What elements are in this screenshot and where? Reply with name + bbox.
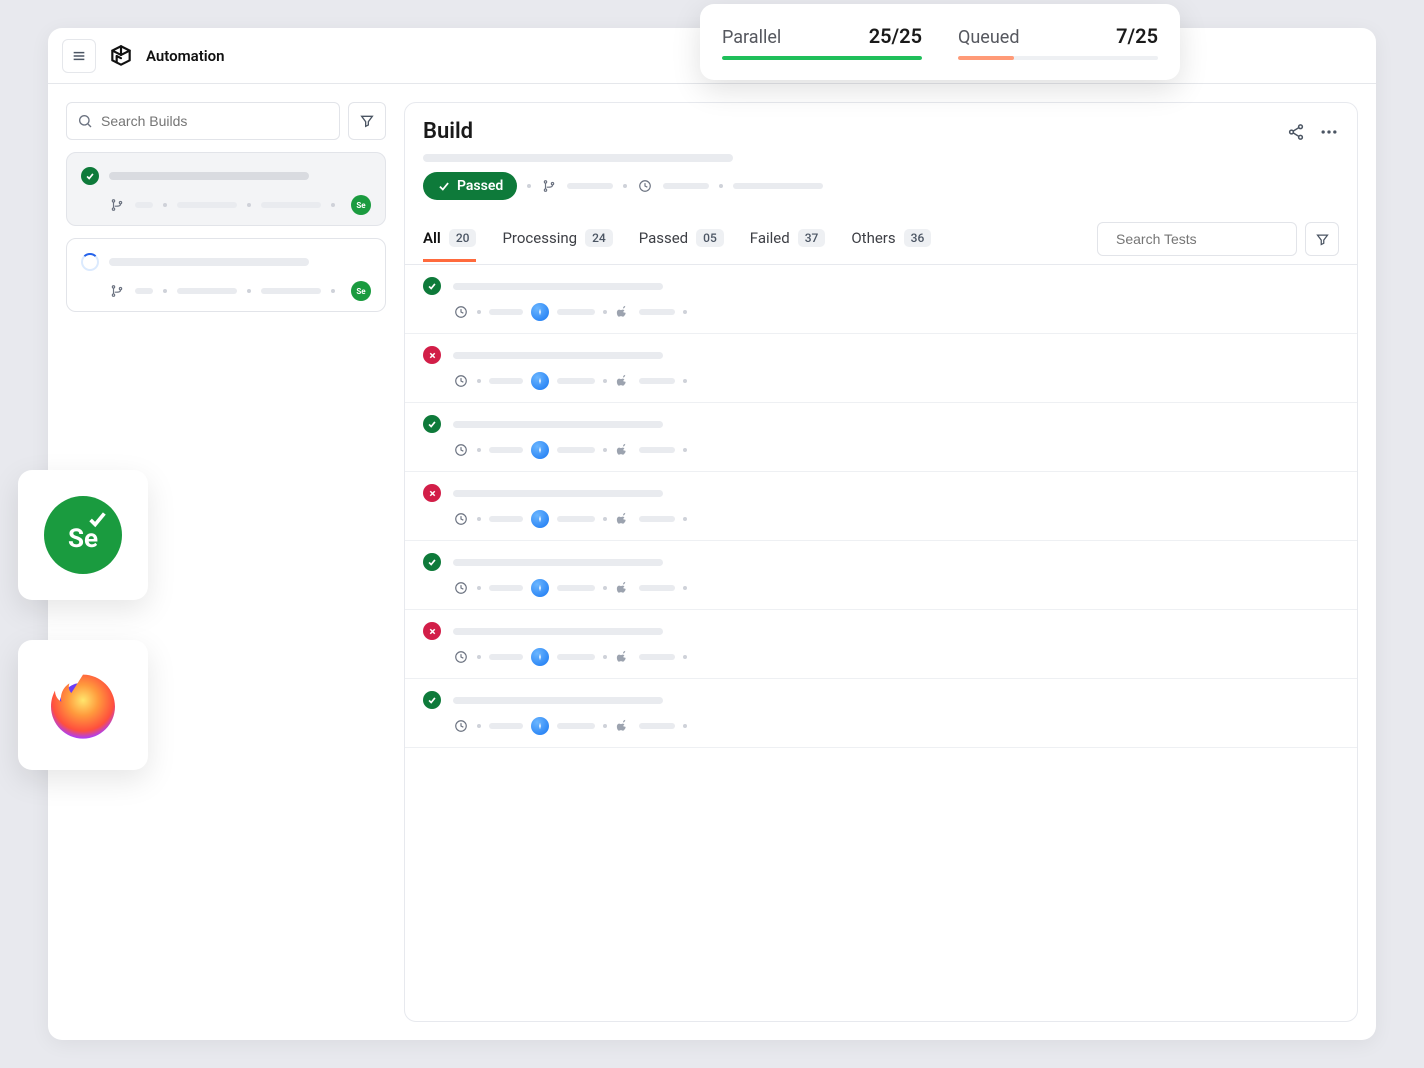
apple-icon — [615, 442, 631, 458]
stat-queued: Queued 7/25 — [958, 24, 1158, 60]
tab-count: 05 — [696, 229, 724, 247]
build-card[interactable]: Se — [66, 238, 386, 312]
brand-logo-icon — [108, 43, 134, 69]
apple-icon — [615, 649, 631, 665]
branch-icon — [109, 283, 125, 299]
tab-count: 37 — [798, 229, 826, 247]
stat-value: 7/25 — [1116, 24, 1158, 48]
app-window: Automation — [48, 28, 1376, 1040]
share-button[interactable] — [1287, 123, 1305, 141]
search-tests-input[interactable] — [1116, 231, 1297, 247]
safari-icon — [531, 510, 549, 528]
selenium-icon: Se — [44, 496, 122, 574]
tab-label: All — [423, 229, 441, 247]
body: Se Se — [48, 84, 1376, 1040]
apple-icon — [615, 304, 631, 320]
tab-passed[interactable]: Passed 05 — [639, 217, 724, 262]
test-row[interactable] — [405, 679, 1357, 748]
safari-icon — [531, 717, 549, 735]
test-row[interactable] — [405, 334, 1357, 403]
more-button[interactable] — [1319, 122, 1339, 142]
search-icon — [77, 113, 93, 129]
tabs-row: All 20 Processing 24 Passed 05 Failed 37 Others 3… — [405, 214, 1357, 265]
clock-icon — [453, 373, 469, 389]
build-subtitle-placeholder — [423, 154, 733, 162]
tab-label: Failed — [750, 229, 790, 247]
safari-icon — [531, 303, 549, 321]
clock-icon — [637, 178, 653, 194]
page-title: Automation — [146, 47, 225, 65]
build-status-pill: Passed — [423, 172, 517, 200]
status-failed-icon — [423, 484, 441, 502]
clock-icon — [453, 718, 469, 734]
tab-count: 20 — [449, 229, 477, 247]
tab-others[interactable]: Others 36 — [851, 217, 931, 262]
search-tests-input-wrap[interactable] — [1097, 222, 1297, 256]
branch-icon — [109, 197, 125, 213]
clock-icon — [453, 304, 469, 320]
clock-icon — [453, 649, 469, 665]
clock-icon — [453, 580, 469, 596]
stat-label: Parallel — [722, 27, 781, 48]
tab-count: 36 — [904, 229, 932, 247]
stat-label: Queued — [958, 27, 1019, 48]
stats-card: Parallel 25/25 Queued 7/25 — [700, 4, 1180, 80]
tab-count: 24 — [585, 229, 613, 247]
tab-label: Passed — [639, 229, 688, 247]
status-failed-icon — [423, 622, 441, 640]
more-horizontal-icon — [1319, 122, 1339, 142]
test-row[interactable] — [405, 541, 1357, 610]
build-name-placeholder — [109, 172, 309, 180]
tab-label: Processing — [502, 229, 577, 247]
branch-icon — [541, 178, 557, 194]
tab-all[interactable]: All 20 — [423, 217, 476, 262]
clock-icon — [453, 442, 469, 458]
check-icon — [437, 179, 451, 193]
apple-icon — [615, 718, 631, 734]
stat-value: 25/25 — [869, 24, 922, 48]
search-builds-input-wrap[interactable] — [66, 102, 340, 140]
filter-icon — [1315, 232, 1330, 247]
build-card[interactable]: Se — [66, 152, 386, 226]
tab-failed[interactable]: Failed 37 — [750, 217, 826, 262]
builds-filter-button[interactable] — [348, 102, 386, 140]
safari-icon — [531, 372, 549, 390]
test-row[interactable] — [405, 265, 1357, 334]
filter-icon — [359, 113, 375, 129]
apple-icon — [615, 511, 631, 527]
selenium-badge-icon: Se — [351, 195, 371, 215]
apple-icon — [615, 580, 631, 596]
safari-icon — [531, 579, 549, 597]
tests-list — [405, 265, 1357, 1021]
status-passed-icon — [423, 415, 441, 433]
status-passed-icon — [81, 167, 99, 185]
menu-button[interactable] — [62, 39, 96, 73]
clock-icon — [453, 511, 469, 527]
apple-icon — [615, 373, 631, 389]
test-row[interactable] — [405, 610, 1357, 679]
tests-filter-button[interactable] — [1305, 222, 1339, 256]
test-row[interactable] — [405, 403, 1357, 472]
tab-label: Others — [851, 229, 895, 247]
search-builds-input[interactable] — [101, 113, 329, 129]
build-title: Build — [423, 119, 473, 144]
stat-parallel: Parallel 25/25 — [722, 24, 922, 60]
safari-icon — [531, 441, 549, 459]
selenium-badge-icon: Se — [351, 281, 371, 301]
status-failed-icon — [423, 346, 441, 364]
status-passed-icon — [423, 553, 441, 571]
share-icon — [1287, 123, 1305, 141]
firefox-card — [18, 640, 148, 770]
status-passed-icon — [423, 691, 441, 709]
status-passed-icon — [423, 277, 441, 295]
build-name-placeholder — [109, 258, 309, 266]
test-row[interactable] — [405, 472, 1357, 541]
hamburger-icon — [71, 48, 87, 64]
tab-processing[interactable]: Processing 24 — [502, 217, 612, 262]
firefox-icon — [43, 665, 123, 745]
build-detail-panel: Build Passed — [404, 102, 1358, 1022]
safari-icon — [531, 648, 549, 666]
status-running-icon — [81, 253, 99, 271]
selenium-card: Se — [18, 470, 148, 600]
